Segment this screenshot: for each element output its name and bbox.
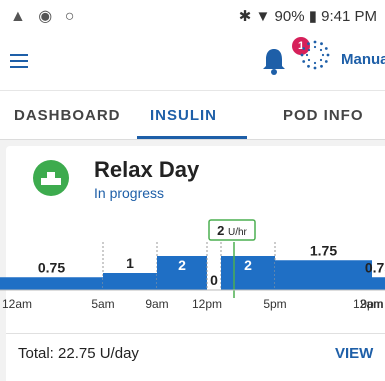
chart-x-tick-label: 12am	[353, 297, 383, 311]
chart-bar-label: 1	[126, 255, 134, 271]
view-button[interactable]: VIEW	[335, 345, 373, 362]
active-tab-indicator	[137, 136, 247, 139]
chart-bar-label: 2	[244, 257, 252, 273]
tab-bar: DASHBOARD INSULIN POD INFO	[0, 90, 385, 140]
tab-pod-info[interactable]: POD INFO	[283, 107, 364, 124]
chart-bar	[372, 277, 385, 290]
status-bar: ▲ ◉ ○ ✱ ▼ 90% ▮ 9:41 PM	[0, 0, 385, 32]
total-daily-dose: Total: 22.75 U/day	[18, 345, 139, 362]
mode-label[interactable]: Manual	[341, 51, 385, 68]
chart-bar-label: 0.75	[365, 259, 385, 275]
chart-bar	[0, 277, 103, 290]
tab-dashboard[interactable]: DASHBOARD	[14, 107, 121, 124]
tab-insulin[interactable]: INSULIN	[150, 107, 217, 124]
chart-bar	[103, 273, 157, 290]
program-status: In progress	[94, 185, 165, 201]
status-right-info: ✱ ▼ 90% ▮ 9:41 PM	[238, 8, 377, 25]
status-left-icons: ▲ ◉ ○	[10, 8, 79, 25]
chart-bar-label: 2	[178, 257, 186, 273]
basal-program-icon	[33, 160, 69, 196]
basal-rate-chart: 0.7512021.750.752 U/hr12am5am9am12pm5pm9…	[0, 219, 385, 311]
chart-bar	[275, 260, 372, 290]
chart-bar-label: 0	[210, 272, 218, 288]
chart-x-tick-label: 12pm	[192, 297, 222, 311]
chart-x-tick-label: 5am	[91, 297, 114, 311]
program-name: Relax Day	[94, 157, 200, 182]
menu-icon[interactable]	[10, 54, 28, 68]
pod-status-icon[interactable]	[300, 40, 330, 70]
chart-x-tick-label: 5pm	[263, 297, 286, 311]
chart-x-tick-label: 12am	[2, 297, 32, 311]
chart-x-tick-label: 9am	[145, 297, 168, 311]
bell-icon[interactable]	[260, 46, 288, 76]
chart-bar-label: 0.75	[38, 259, 65, 275]
card-divider	[6, 333, 385, 334]
chart-bar-label: 1.75	[310, 242, 337, 258]
